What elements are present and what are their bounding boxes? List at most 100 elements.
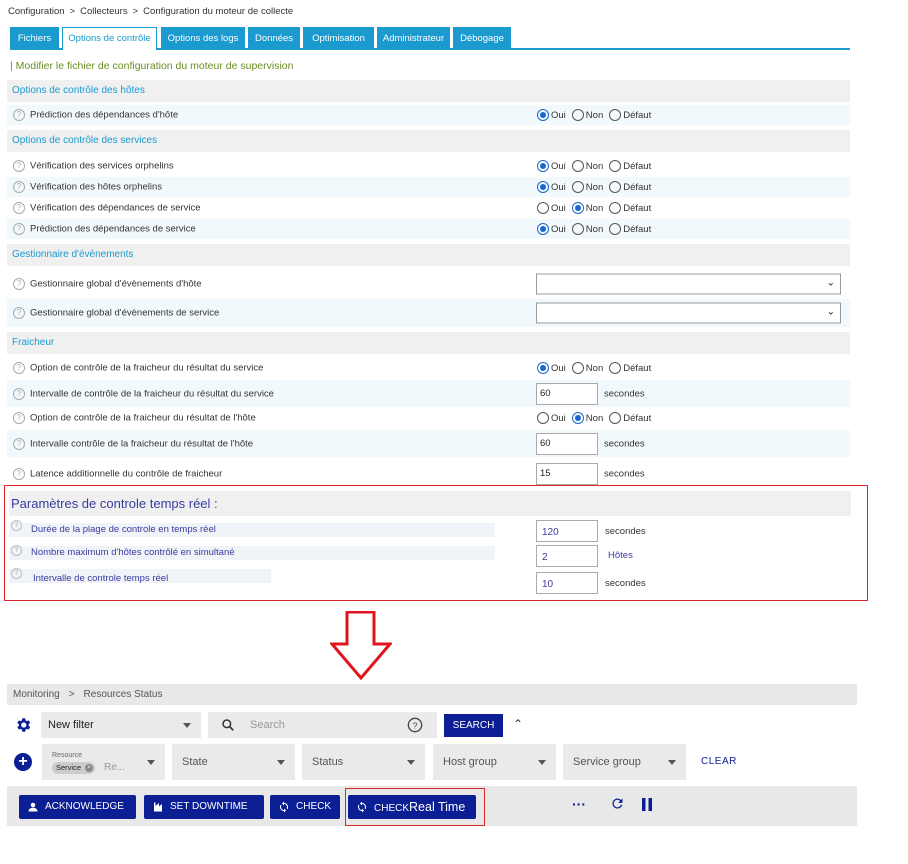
radio-oui[interactable]: Oui xyxy=(537,202,566,214)
radio-group: Oui Non Défaut xyxy=(537,181,657,193)
radio-oui[interactable]: Oui xyxy=(537,362,566,374)
tab-bar: Fichiers Options de contrôle Options des… xyxy=(10,27,850,50)
radio-defaut[interactable]: Défaut xyxy=(609,160,651,172)
clear-button[interactable]: CLEAR xyxy=(701,756,737,767)
radio-non[interactable]: Non xyxy=(571,181,603,193)
host-group-filter[interactable]: Host group xyxy=(433,744,556,780)
help-icon[interactable]: ? xyxy=(13,109,25,121)
caret-down-icon xyxy=(277,760,285,765)
radio-non[interactable]: Non xyxy=(571,160,603,172)
help-icon[interactable]: ? xyxy=(13,202,25,214)
resource-filter[interactable]: Resource Service × Re... xyxy=(42,744,165,780)
row-service-dep-check: ? Vérification des dépendances de servic… xyxy=(7,198,850,218)
host-fresh-input[interactable]: 60 xyxy=(536,432,598,455)
help-icon[interactable]: ? xyxy=(13,362,25,374)
filter-select[interactable]: New filter xyxy=(41,712,201,738)
radio-group: Oui Non Défaut xyxy=(537,223,657,235)
help-icon[interactable]: ? xyxy=(13,181,25,193)
check-button[interactable]: CHECK xyxy=(270,795,340,819)
tab-optimisation[interactable]: Optimisation xyxy=(303,27,374,48)
service-handler-select[interactable]: ⌄ xyxy=(536,302,841,324)
row-orphan-hosts: ? Vérification des hôtes orphelins Oui N… xyxy=(7,177,850,197)
tab-administrateur[interactable]: Administrateur xyxy=(377,27,450,48)
tab-fichiers[interactable]: Fichiers xyxy=(10,27,59,48)
close-icon[interactable]: × xyxy=(85,764,94,772)
radio-defaut[interactable]: Défaut xyxy=(609,223,651,235)
host-handler-select[interactable]: ⌄ xyxy=(536,273,841,295)
radio-defaut[interactable]: Défaut xyxy=(609,181,651,193)
breadcrumb-item[interactable]: Monitoring xyxy=(13,689,60,700)
help-icon[interactable]: ? xyxy=(13,160,25,172)
service-group-filter[interactable]: Service group xyxy=(563,744,686,780)
breadcrumb-item[interactable]: Configuration xyxy=(8,6,65,17)
row-label: Prédiction des dépendances de service xyxy=(30,223,196,235)
breadcrumb-item: Configuration du moteur de collecte xyxy=(143,6,294,17)
svg-text:?: ? xyxy=(413,720,418,730)
latency-input[interactable]: 15 xyxy=(536,462,598,485)
help-icon[interactable]: ? xyxy=(13,437,25,450)
search-button[interactable]: SEARCH xyxy=(444,714,503,737)
add-filter-icon[interactable]: + xyxy=(14,753,32,771)
breadcrumb: Configuration > Collecteurs > Configuration … xyxy=(8,6,294,17)
radio-oui[interactable]: Oui xyxy=(537,412,566,424)
caret-down-icon xyxy=(183,723,191,728)
row-label: Vérification des dépendances de service xyxy=(30,202,201,214)
help-circle-icon[interactable]: ? xyxy=(407,717,423,733)
radio-defaut[interactable]: Défaut xyxy=(609,412,651,424)
radio-defaut[interactable]: Défaut xyxy=(609,202,651,214)
row-label: Option de contrôle de la fraicheur du ré… xyxy=(30,362,264,374)
status-filter[interactable]: Status xyxy=(302,744,425,780)
service-fresh-input[interactable]: 60 xyxy=(536,382,598,405)
row-service-fresh-int: ? Intervalle de contrôle de la fraicheur… xyxy=(7,380,850,407)
service-chip[interactable]: Service × xyxy=(52,762,96,774)
form-title: | Modifier le fichier de configuration d… xyxy=(10,60,294,72)
set-downtime-button[interactable]: SET DOWNTIME xyxy=(144,795,264,819)
rt-interval-input[interactable]: 10 xyxy=(536,572,598,594)
row-host-fresh-int: ? Intervalle contrôle de la fraicheur du… xyxy=(7,430,850,457)
radio-oui[interactable]: Oui xyxy=(537,160,566,172)
search-input[interactable]: Search ? xyxy=(208,712,437,738)
realtime-title: Paramètres de controle temps réel : xyxy=(9,491,851,516)
tab-donnees[interactable]: Données xyxy=(248,27,300,48)
acknowledge-button[interactable]: ACKNOWLEDGE xyxy=(19,795,136,819)
breadcrumb-item[interactable]: Collecteurs xyxy=(80,6,128,17)
refresh-icon[interactable] xyxy=(610,796,625,811)
radio-non[interactable]: Non xyxy=(571,362,603,374)
state-filter[interactable]: State xyxy=(172,744,295,780)
help-icon[interactable]: ? xyxy=(11,568,22,579)
help-icon[interactable]: ? xyxy=(13,467,25,480)
pause-icon[interactable] xyxy=(641,798,653,811)
breadcrumb-item: Resources Status xyxy=(83,689,163,700)
tab-debogage[interactable]: Débogage xyxy=(453,27,511,48)
rt-max-hosts-input[interactable]: 2 xyxy=(536,545,598,567)
tab-options-controle[interactable]: Options de contrôle xyxy=(62,27,157,50)
radio-oui[interactable]: Oui xyxy=(537,109,566,121)
radio-non[interactable]: Non xyxy=(571,412,603,424)
radio-non[interactable]: Non xyxy=(571,109,603,121)
section-host-options: Options de contrôle des hôtes xyxy=(7,80,850,102)
radio-oui[interactable]: Oui xyxy=(537,223,566,235)
help-icon[interactable]: ? xyxy=(13,387,25,400)
help-icon[interactable]: ? xyxy=(13,223,25,235)
help-icon[interactable]: ? xyxy=(11,520,22,531)
radio-oui[interactable]: Oui xyxy=(537,181,566,193)
sync-icon xyxy=(279,801,289,813)
section-freshness: Fraicheur xyxy=(7,332,850,354)
tab-options-logs[interactable]: Options des logs xyxy=(161,27,245,48)
row-label: Option de contrôle de la fraicheur du ré… xyxy=(30,412,256,424)
help-icon[interactable]: ? xyxy=(11,545,22,556)
more-icon[interactable]: ··· xyxy=(572,796,586,812)
rt-duration-input[interactable]: 120 xyxy=(536,520,598,542)
radio-non[interactable]: Non xyxy=(571,223,603,235)
monitoring-breadcrumb: Monitoring > Resources Status xyxy=(7,684,857,705)
radio-defaut[interactable]: Défaut xyxy=(609,109,651,121)
gear-icon[interactable] xyxy=(14,716,32,734)
radio-group: Oui Non Défaut xyxy=(537,362,657,374)
row-host-fresh-opt: ? Option de contrôle de la fraicheur du … xyxy=(7,408,850,428)
radio-non[interactable]: Non xyxy=(571,202,603,214)
chevron-up-icon[interactable]: ⌃ xyxy=(513,717,523,731)
help-icon[interactable]: ? xyxy=(13,278,25,290)
help-icon[interactable]: ? xyxy=(13,307,25,319)
help-icon[interactable]: ? xyxy=(13,412,25,424)
radio-defaut[interactable]: Défaut xyxy=(609,362,651,374)
